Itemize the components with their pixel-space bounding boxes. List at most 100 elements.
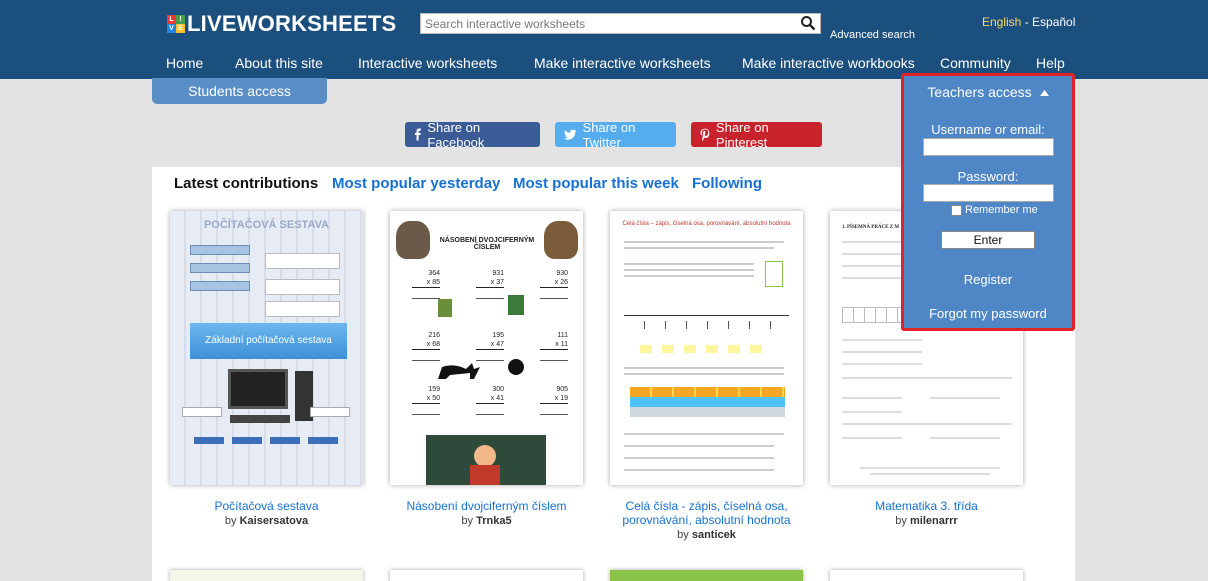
logo-mark-letter: V bbox=[167, 24, 176, 33]
author-name[interactable]: milenarrr bbox=[910, 515, 958, 527]
problem-multiplier: x 26 bbox=[540, 278, 568, 288]
worksheet-thumbnail[interactable] bbox=[170, 570, 363, 581]
logo-mark-letter: I bbox=[176, 15, 185, 24]
advanced-search-link[interactable]: Advanced search bbox=[830, 29, 915, 41]
table-row bbox=[630, 397, 785, 407]
multiplication-problem: 300 x 41 bbox=[476, 385, 504, 415]
author-name[interactable]: Kaisersatova bbox=[240, 515, 309, 527]
answer-line[interactable] bbox=[540, 414, 568, 415]
worksheet-title-link[interactable]: Celá čísla - zápis, číselná osa, porovná… bbox=[610, 499, 803, 527]
top-header: L I V E LIVEWORKSHEETS Advanced search E… bbox=[0, 0, 1208, 79]
worksheet-title-link[interactable]: Násobení dvojciferným číslem bbox=[390, 499, 583, 513]
nav-make-workbooks[interactable]: Make interactive workbooks bbox=[742, 55, 915, 71]
text-line bbox=[842, 253, 902, 255]
worksheet-thumbnail[interactable] bbox=[830, 570, 1023, 581]
thumbnail-box bbox=[190, 245, 250, 255]
number-line bbox=[624, 315, 789, 316]
search-icon[interactable] bbox=[800, 15, 816, 31]
animal-image bbox=[544, 221, 578, 259]
worksheet-author: by santicek bbox=[610, 529, 803, 541]
worksheet-thumbnail[interactable] bbox=[390, 570, 583, 581]
table-row bbox=[630, 407, 785, 417]
teachers-access-title: Teachers access bbox=[927, 84, 1032, 100]
nav-home[interactable]: Home bbox=[166, 55, 203, 71]
forgot-password-link[interactable]: Forgot my password bbox=[904, 306, 1072, 321]
text-line bbox=[624, 457, 774, 459]
teachers-access-toggle[interactable]: Teachers access bbox=[904, 84, 1072, 100]
thumbnail-box bbox=[232, 437, 262, 444]
tab-latest-contributions[interactable]: Latest contributions bbox=[174, 175, 318, 192]
text-line bbox=[842, 241, 902, 243]
share-facebook-button[interactable]: Share on Facebook bbox=[405, 119, 540, 150]
twitter-icon bbox=[564, 129, 577, 140]
remember-me-checkbox[interactable] bbox=[951, 204, 962, 216]
thumbnail-box bbox=[265, 279, 340, 295]
password-field[interactable] bbox=[923, 184, 1054, 202]
answer-line[interactable] bbox=[412, 414, 440, 415]
search-box bbox=[420, 13, 821, 34]
caret-up-icon bbox=[1039, 90, 1049, 97]
username-label: Username or email: bbox=[931, 122, 1045, 137]
worksheet-title-link[interactable]: Matematika 3. třída bbox=[830, 499, 1023, 513]
logo-mark-letter: E bbox=[176, 24, 185, 33]
students-access-button[interactable]: Students access bbox=[152, 78, 327, 104]
multiplication-problem: 216 x 68 bbox=[412, 331, 440, 361]
worksheet-thumbnail[interactable]: NÁSOBENÍ DVOJCIFERNÝM ČÍSLEM 364 x 85 931 x… bbox=[390, 211, 583, 485]
enter-button[interactable]: Enter bbox=[941, 231, 1035, 249]
multiplication-problem: 195 x 47 bbox=[476, 331, 504, 361]
username-field[interactable] bbox=[923, 138, 1054, 156]
tab-following[interactable]: Following bbox=[692, 175, 762, 192]
worksheet-author: by Kaisersatova bbox=[170, 515, 363, 527]
remember-me-option[interactable]: Remember me bbox=[951, 204, 1038, 216]
text-line bbox=[842, 377, 1012, 379]
problem-number: 930 bbox=[556, 270, 568, 277]
tab-popular-yesterday[interactable]: Most popular yesterday bbox=[332, 175, 500, 192]
logo-mark-letter: L bbox=[167, 15, 176, 24]
thumbnail-box bbox=[265, 301, 340, 317]
share-twitter-button[interactable]: Share on Twitter bbox=[555, 119, 676, 150]
ostrich-image bbox=[396, 221, 430, 259]
problem-multiplier: x 19 bbox=[540, 394, 568, 404]
text-line bbox=[624, 433, 784, 435]
problem-multiplier: x 85 bbox=[412, 278, 440, 288]
number-line-ticks bbox=[624, 321, 789, 329]
author-name[interactable]: Trnka5 bbox=[476, 515, 511, 527]
answer-line[interactable] bbox=[540, 360, 568, 361]
lang-english-link[interactable]: English bbox=[982, 15, 1021, 29]
answer-line[interactable] bbox=[476, 298, 504, 299]
text-line bbox=[842, 437, 902, 439]
nav-community[interactable]: Community bbox=[940, 55, 1011, 71]
thumbnail-title: POČÍTAČOVÁ SESTAVA bbox=[203, 219, 330, 231]
password-label: Password: bbox=[957, 169, 1019, 184]
nav-make-worksheets[interactable]: Make interactive worksheets bbox=[534, 55, 711, 71]
worksheet-thumbnail[interactable]: POČÍTAČOVÁ SESTAVA Základní počítačová s… bbox=[170, 211, 363, 485]
search-input[interactable] bbox=[421, 14, 791, 33]
text-line bbox=[870, 473, 990, 475]
tab-popular-week[interactable]: Most popular this week bbox=[513, 175, 679, 192]
text-line bbox=[624, 367, 784, 369]
lang-spanish-link[interactable]: Español bbox=[1032, 15, 1075, 29]
site-logo[interactable]: L I V E LIVEWORKSHEETS bbox=[167, 10, 396, 38]
share-pinterest-button[interactable]: Share on Pinterest bbox=[691, 120, 822, 150]
language-switcher: English - Español bbox=[982, 15, 1075, 29]
nav-help[interactable]: Help bbox=[1036, 55, 1065, 71]
thumbnail-box bbox=[308, 437, 338, 444]
problem-multiplier: x 11 bbox=[540, 340, 568, 350]
answer-line[interactable] bbox=[540, 298, 568, 299]
answer-line[interactable] bbox=[412, 298, 440, 299]
worksheet-thumbnail[interactable]: Celá čísla – zápis, číselná osa, porovná… bbox=[610, 211, 803, 485]
thumbnail-banner: Základní počítačová sestava bbox=[190, 323, 347, 359]
worksheet-title-link[interactable]: Počítačová sestava bbox=[170, 499, 363, 513]
share-facebook-label: Share on Facebook bbox=[427, 119, 485, 150]
thumbnail-title: Celá čísla – zápis, číselná osa, porovná… bbox=[622, 221, 791, 227]
multiplication-problem: 111 x 11 bbox=[540, 331, 568, 361]
nav-interactive-worksheets[interactable]: Interactive worksheets bbox=[358, 55, 497, 71]
text-line bbox=[624, 373, 784, 375]
problem-multiplier: x 37 bbox=[476, 278, 504, 288]
author-name[interactable]: santicek bbox=[692, 529, 736, 541]
answer-line[interactable] bbox=[476, 414, 504, 415]
worksheet-thumbnail[interactable] bbox=[610, 570, 803, 581]
nav-about[interactable]: About this site bbox=[235, 55, 323, 71]
share-twitter-label: Share on Twitter bbox=[582, 119, 636, 150]
register-link[interactable]: Register bbox=[904, 272, 1072, 287]
